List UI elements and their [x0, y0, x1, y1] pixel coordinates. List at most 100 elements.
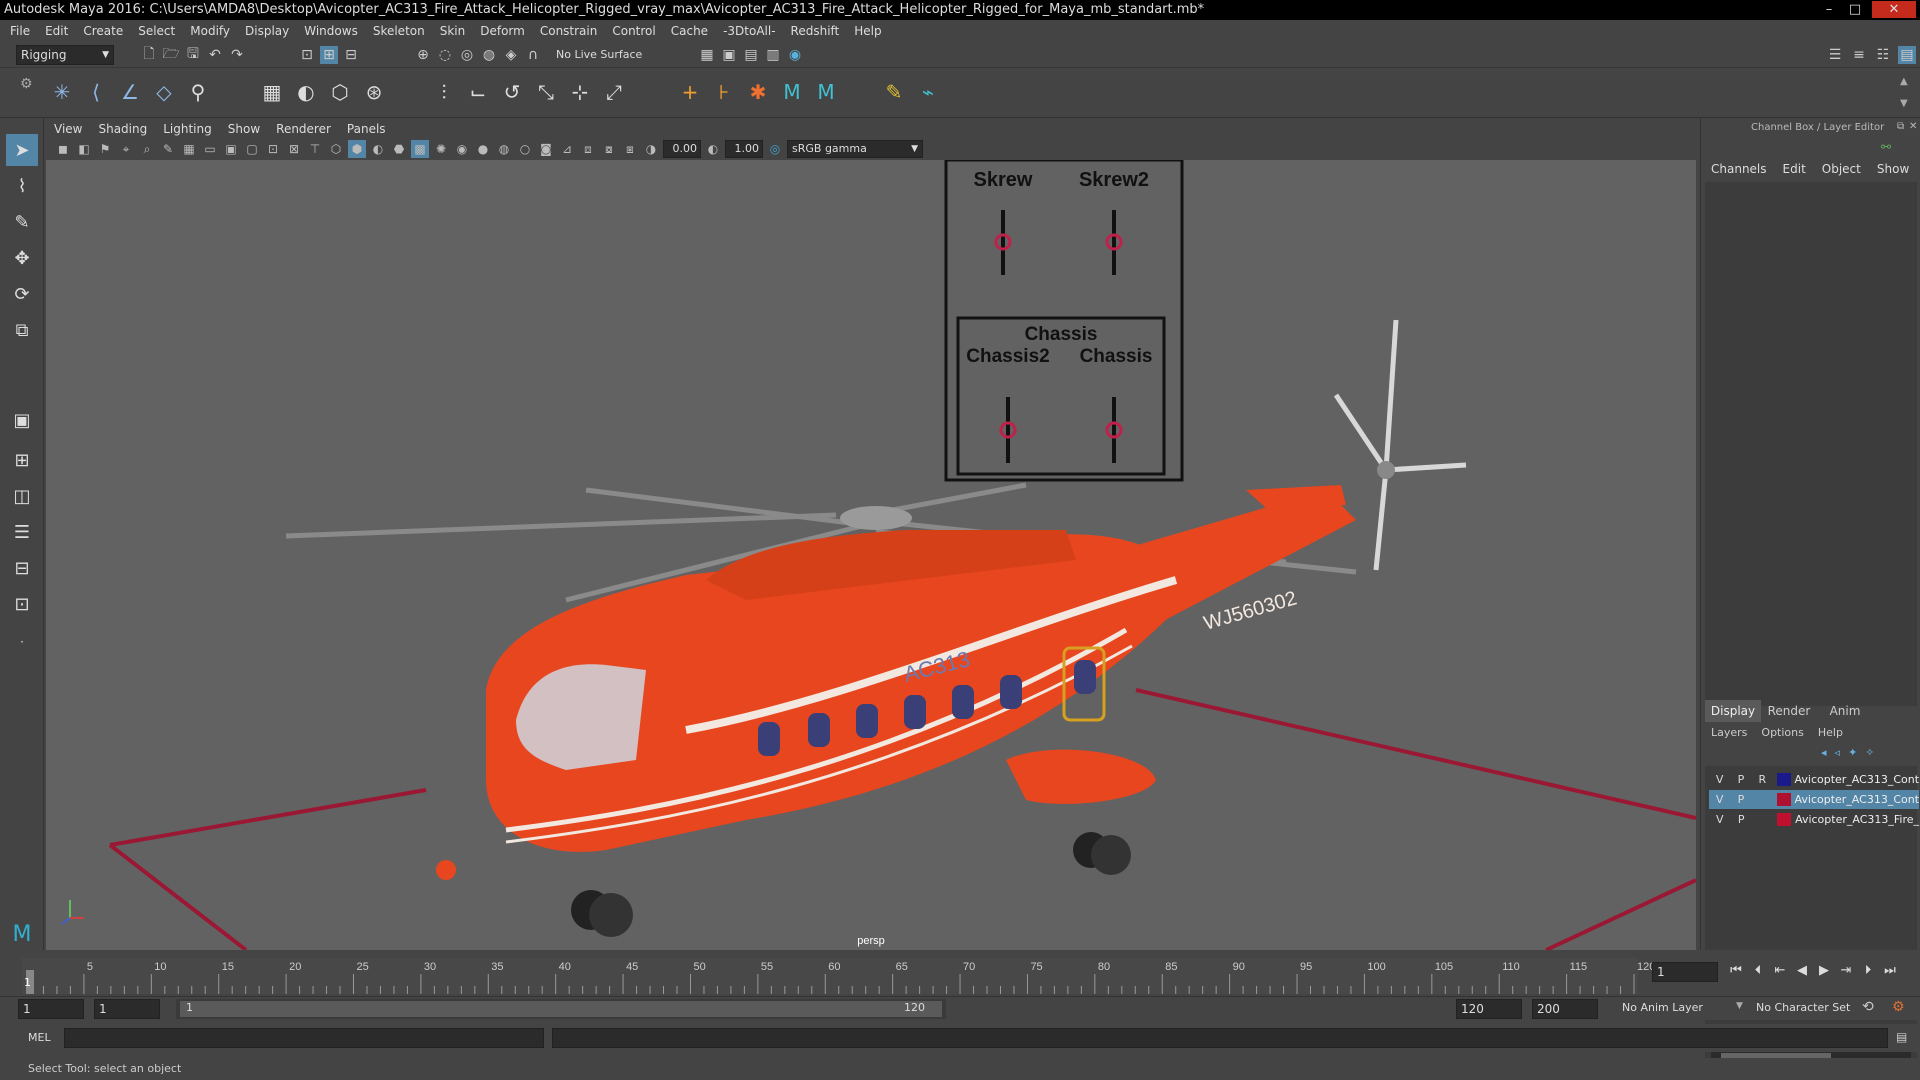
locator-icon[interactable]: + — [676, 78, 704, 106]
render-frame-icon[interactable]: ▣ — [720, 46, 738, 64]
shelf-scroll-up-icon[interactable]: ▲ — [1900, 76, 1908, 87]
colorspace-dropdown[interactable]: sRGB gamma ▼ — [787, 140, 923, 158]
layer-playback[interactable]: P — [1730, 793, 1751, 806]
current-frame-field[interactable]: 1 — [1652, 962, 1718, 982]
xray-components-icon[interactable]: ⧆ — [621, 140, 639, 158]
select-component-icon[interactable]: ⊟ — [342, 46, 360, 64]
script-editor-icon[interactable]: ▤ — [1896, 1030, 1907, 1044]
close-button[interactable]: ✕ — [1872, 1, 1916, 18]
menu-skin[interactable]: Skin — [440, 24, 466, 38]
move-layer-up-icon[interactable]: ◂ — [1821, 746, 1827, 759]
snap-surface-icon[interactable]: ◈ — [502, 46, 520, 64]
minimize-button[interactable]: – — [1816, 1, 1842, 18]
panel-float-icon[interactable]: ⧉ — [1897, 121, 1904, 132]
parent-constraint-icon[interactable]: ⫶ — [430, 78, 458, 106]
panel-menu-panels[interactable]: Panels — [347, 122, 386, 136]
ik-handle-icon[interactable]: ⟨ — [82, 78, 110, 106]
move-tool-icon[interactable]: ✥ — [6, 242, 38, 274]
four-view-icon[interactable]: ⊞ — [6, 444, 38, 476]
layer-help-menu[interactable]: Help — [1818, 726, 1843, 739]
tab-anim[interactable]: Anim — [1817, 700, 1873, 722]
layer-color-swatch[interactable] — [1776, 773, 1791, 786]
camera-select-icon[interactable]: ◼ — [54, 140, 72, 158]
play-backwards-icon[interactable]: ◀ — [1794, 963, 1810, 979]
panel-close-icon[interactable]: ✕ — [1909, 121, 1917, 132]
scale-constraint-icon[interactable]: ⤡ — [532, 78, 560, 106]
lasso-tool-icon[interactable]: ⌇ — [6, 170, 38, 202]
layers-menu[interactable]: Layers — [1711, 726, 1747, 739]
safe-title-icon[interactable]: ⊤ — [306, 140, 324, 158]
modeling-toolkit-icon[interactable]: ☰ — [1826, 46, 1844, 64]
tab-display[interactable]: Display — [1705, 700, 1761, 722]
go-to-start-icon[interactable]: ⏮ — [1728, 963, 1744, 979]
menu-cache[interactable]: Cache — [671, 24, 708, 38]
gate-mask-icon[interactable]: ▢ — [243, 140, 261, 158]
channel-box-icon[interactable]: ▤ — [1898, 46, 1916, 64]
snap-curve-icon[interactable]: ◌ — [436, 46, 454, 64]
channel-box-icon[interactable]: ⚯ — [1881, 140, 1891, 154]
isolate-select-icon[interactable]: ⊿ — [558, 140, 576, 158]
point-constraint-icon[interactable]: ⌙ — [464, 78, 492, 106]
edit-menu[interactable]: Edit — [1783, 162, 1806, 176]
menu-3dtoall[interactable]: -3DtoAll- — [723, 24, 775, 38]
toolbox-more-icon[interactable]: · — [6, 626, 38, 658]
mel-label[interactable]: MEL — [28, 1031, 51, 1044]
layer-visibility[interactable]: V — [1709, 773, 1730, 786]
layer-row-selected[interactable]: V P Avicopter_AC313_Cont — [1709, 790, 1919, 809]
hypershade-icon[interactable]: ◉ — [786, 46, 804, 64]
shelf-scroll-down-icon[interactable]: ▼ — [1900, 98, 1908, 109]
camera-attributes-icon[interactable]: ◧ — [75, 140, 93, 158]
render-view-icon[interactable]: ▦ — [698, 46, 716, 64]
safe-action-icon[interactable]: ⊠ — [285, 140, 303, 158]
maximize-button[interactable]: □ — [1842, 1, 1868, 18]
step-forward-key-icon[interactable]: ⇥ — [1838, 963, 1854, 979]
image-plane-icon[interactable]: ⌖ — [117, 140, 135, 158]
auto-key-icon[interactable]: ⟲ — [1862, 999, 1874, 1015]
character-set-dropdown[interactable]: No Character Set — [1756, 1001, 1850, 1014]
menu-file[interactable]: File — [10, 24, 30, 38]
menu-select[interactable]: Select — [138, 24, 175, 38]
range-slider[interactable]: 1 120 — [176, 999, 946, 1019]
options-menu[interactable]: Options — [1761, 726, 1803, 739]
rotate-tool-icon[interactable]: ⟳ — [6, 278, 38, 310]
wrap-icon[interactable]: ⊛ — [360, 78, 388, 106]
menu-display[interactable]: Display — [245, 24, 289, 38]
anim-layer-dropdown[interactable]: No Anim Layer — [1622, 1001, 1703, 1014]
command-input[interactable] — [64, 1028, 544, 1048]
shelf-options-icon[interactable]: ⚙ — [20, 76, 33, 92]
side-by-side-icon[interactable]: ◫ — [6, 480, 38, 512]
anti-aliasing-icon[interactable]: ○ — [516, 140, 534, 158]
live-surface-label[interactable]: No Live Surface — [556, 48, 642, 61]
play-forwards-icon[interactable]: ▶ — [1816, 963, 1832, 979]
control-board[interactable] — [944, 160, 1184, 482]
wireframe-on-shaded-icon[interactable]: ◐ — [369, 140, 387, 158]
menu-help[interactable]: Help — [854, 24, 881, 38]
panel-menu-renderer[interactable]: Renderer — [276, 122, 331, 136]
save-scene-icon[interactable]: 🖫 — [184, 46, 202, 64]
outliner-persp-icon[interactable]: ☰ — [6, 516, 38, 548]
layer-color-swatch[interactable] — [1776, 793, 1791, 806]
channels-menu[interactable]: Channels — [1711, 162, 1767, 176]
new-scene-icon[interactable]: 🗋 — [140, 46, 158, 64]
layer-playback[interactable]: P — [1730, 813, 1751, 826]
new-layer-icon[interactable]: ✦ — [1848, 746, 1857, 759]
smooth-shade-icon[interactable]: ⬢ — [348, 140, 366, 158]
menu-windows[interactable]: Windows — [304, 24, 358, 38]
resolution-gate-icon[interactable]: ▣ — [222, 140, 240, 158]
go-to-end-icon[interactable]: ⏭ — [1882, 963, 1898, 979]
joint-tool-icon[interactable]: ✳ — [48, 78, 76, 106]
range-slider-handle[interactable] — [180, 1001, 942, 1017]
two-d-pan-icon[interactable]: ⌕ — [138, 140, 156, 158]
playback-end-field[interactable]: 120 — [1456, 999, 1522, 1019]
layer-color-swatch[interactable] — [1777, 813, 1792, 826]
ik-spline-icon[interactable]: ∠ — [116, 78, 144, 106]
layer-visibility[interactable]: V — [1709, 813, 1730, 826]
graph-persp-icon[interactable]: ⊟ — [6, 552, 38, 584]
create-handle-icon[interactable]: ⊦ — [710, 78, 738, 106]
menu-modify[interactable]: Modify — [190, 24, 230, 38]
motion-blur-icon[interactable]: ◍ — [495, 140, 513, 158]
single-view-icon[interactable]: ▣ — [6, 404, 38, 436]
layer-playback[interactable]: P — [1730, 773, 1751, 786]
layer-row[interactable]: V P Avicopter_AC313_Fire_ — [1709, 810, 1919, 829]
redo-icon[interactable]: ↷ — [228, 46, 246, 64]
